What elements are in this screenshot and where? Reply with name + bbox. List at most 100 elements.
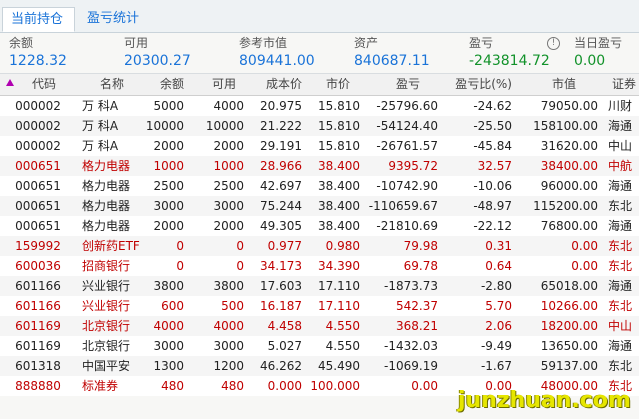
cell-broker: 海通: [608, 119, 633, 133]
cell-pl: -25796.60: [376, 99, 438, 113]
col-header-pl-pct[interactable]: 盈亏比(%): [444, 74, 512, 95]
cell-pl: 0.00: [411, 379, 438, 393]
table-row[interactable]: 000651 格力电器 2000 2000 49.305 38.400 -21810.69-…: [0, 216, 639, 236]
tab-current-holdings[interactable]: 当前持仓: [2, 7, 75, 32]
table-row[interactable]: 601318 中国平安 1300 1200 46.262 45.490 -1069.19 -1…: [0, 356, 639, 376]
cell-pl: 9395.72: [388, 159, 438, 173]
cell-balance: 2000: [153, 219, 184, 233]
cell-pl: 69.78: [403, 259, 438, 273]
cell-broker: 海通: [608, 219, 633, 233]
cell-balance: 5000: [153, 99, 184, 113]
cell-broker: 海通: [608, 179, 633, 193]
cell-code: 601166: [15, 299, 61, 313]
table-row[interactable]: 000651 格力电器 3000 3000 75.244 38.400 -110659.67…: [0, 196, 639, 216]
cell-balance: 1300: [153, 359, 184, 373]
summary-profit-loss-value: -243814.72: [469, 53, 550, 69]
summary-market-value: 参考市值 809441.00: [239, 35, 315, 71]
cell-broker: 东北: [608, 259, 633, 273]
cell-available: 2500: [213, 179, 244, 193]
table-row[interactable]: 000651 格力电器 2500 2500 42.697 38.400 -10742.90-…: [0, 176, 639, 196]
table-row[interactable]: 000651 格力电器 1000 1000 28.966 38.400 9395.72 32.…: [0, 156, 639, 176]
cell-code: 159992: [15, 239, 61, 253]
cell-cost: 42.697: [260, 179, 302, 193]
cell-code: 600036: [15, 259, 61, 273]
cell-balance: 10000: [145, 119, 184, 133]
col-header-cost[interactable]: 成本价: [248, 74, 302, 95]
summary-profit-loss-label: 盈亏: [469, 36, 494, 50]
sort-ascending-icon[interactable]: [6, 79, 14, 86]
cell-price: 38.400: [318, 159, 360, 173]
cell-available: 4000: [213, 319, 244, 333]
tab-pl-statistics[interactable]: 盈亏统计: [79, 7, 169, 32]
summary-daily-pl-value: 0.00: [574, 53, 606, 69]
cell-cost: 49.305: [260, 219, 302, 233]
table-row[interactable]: 000002 万 科A 5000 4000 20.975 15.810 -25796.60-…: [0, 96, 639, 116]
col-header-broker[interactable]: 证券: [612, 74, 639, 95]
cell-cost: 28.966: [260, 159, 302, 173]
summary-assets: 资产 840687.11: [354, 35, 430, 71]
cell-price: 100.000: [310, 379, 360, 393]
cell-balance: 3000: [153, 339, 184, 353]
summary-profit-loss: 盈亏 -243814.72: [469, 35, 550, 71]
cell-code: 000002: [15, 99, 61, 113]
cell-pl-pct: 0.64: [485, 259, 512, 273]
table-row[interactable]: 601169 北京银行 3000 3000 5.027 4.550 -1432.03 -9.4…: [0, 336, 639, 356]
table-row[interactable]: 159992 创新药ETF 0 0 0.977 0.980 79.98 0.31 0.00 东北: [0, 236, 639, 256]
col-header-name[interactable]: 名称: [82, 74, 142, 95]
cell-market-value: 18200.00: [540, 319, 598, 333]
cell-pl-pct: -48.97: [473, 199, 512, 213]
cell-code: 000651: [15, 219, 61, 233]
table-row[interactable]: 000002 万 科A 2000 2000 29.191 15.810 -26761.57-…: [0, 136, 639, 156]
cell-code: 601169: [15, 319, 61, 333]
cell-code: 888880: [15, 379, 61, 393]
cell-available: 10000: [205, 119, 244, 133]
cell-pl-pct: -22.12: [473, 219, 512, 233]
cell-price: 17.110: [318, 299, 360, 313]
table-row[interactable]: 600036 招商银行 0 0 34.173 34.390 69.78 0.64 0.00 东北: [0, 256, 639, 276]
col-header-available[interactable]: 可用: [196, 74, 236, 95]
col-header-pl[interactable]: 盈亏: [380, 74, 420, 95]
table-row[interactable]: 601166 兴业银行 3800 3800 17.603 17.110 -1873.73 -2…: [0, 276, 639, 296]
cell-broker: 中山: [608, 319, 633, 333]
cell-code: 601318: [15, 359, 61, 373]
summary-market-value-value: 809441.00: [239, 53, 315, 69]
cell-cost: 0.000: [267, 379, 302, 393]
cell-market-value: 79050.00: [540, 99, 598, 113]
cell-pl: 368.21: [396, 319, 438, 333]
summary-market-value-label: 参考市值: [239, 36, 288, 50]
cell-balance: 2000: [153, 139, 184, 153]
cell-available: 1000: [213, 159, 244, 173]
summary-balance: 余额 1228.32: [9, 35, 67, 71]
col-header-price[interactable]: 市价: [310, 74, 350, 95]
col-header-code[interactable]: 代码: [20, 74, 68, 95]
cell-pl-pct: -10.06: [473, 179, 512, 193]
cell-pl: -10742.90: [376, 179, 438, 193]
info-icon[interactable]: !: [547, 37, 560, 50]
cell-pl-pct: 5.70: [485, 299, 512, 313]
table-row[interactable]: 601169 北京银行 4000 4000 4.458 4.550 368.21 2.06 18…: [0, 316, 639, 336]
cell-broker: 东北: [608, 199, 633, 213]
cell-price: 0.980: [325, 239, 360, 253]
cell-cost: 17.603: [260, 279, 302, 293]
cell-price: 38.400: [318, 179, 360, 193]
col-header-market-value[interactable]: 市值: [540, 74, 576, 95]
cell-balance: 0: [176, 239, 184, 253]
cell-pl: -1069.19: [384, 359, 438, 373]
cell-cost: 16.187: [260, 299, 302, 313]
col-header-balance[interactable]: 余额: [140, 74, 184, 95]
cell-broker: 海通: [608, 279, 633, 293]
cell-cost: 34.173: [260, 259, 302, 273]
watermark: junzhuan.com: [458, 388, 631, 413]
cell-code: 000002: [15, 119, 61, 133]
tab-bar: 当前持仓 盈亏统计: [0, 0, 639, 33]
cell-cost: 0.977: [267, 239, 302, 253]
cell-pl-pct: -1.67: [480, 359, 512, 373]
cell-pl-pct: 0.31: [485, 239, 512, 253]
cell-available: 3000: [213, 339, 244, 353]
table-row[interactable]: 000002 万 科A 10000 10000 21.222 15.810 -54124.4…: [0, 116, 639, 136]
cell-broker: 中山: [608, 139, 633, 153]
cell-pl: -110659.67: [368, 199, 438, 213]
cell-balance: 3800: [153, 279, 184, 293]
table-row[interactable]: 601166 兴业银行 600 500 16.187 17.110 542.37 5.70 10…: [0, 296, 639, 316]
cell-pl: -1432.03: [384, 339, 438, 353]
